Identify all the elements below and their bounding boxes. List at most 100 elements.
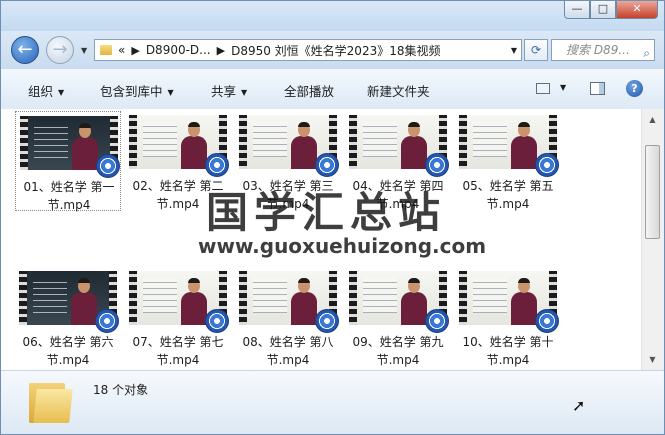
scroll-down-icon[interactable]: ▼ [644, 351, 661, 368]
video-thumbnail [20, 116, 120, 178]
scrollbar-thumb[interactable] [645, 145, 660, 239]
media-player-icon [425, 309, 449, 333]
help-icon[interactable]: ? [626, 80, 643, 97]
film-strip [349, 271, 357, 325]
file-name: 07、姓名学 第七 节.mp4 [125, 333, 231, 369]
chevron-down-icon: ▼ [241, 88, 248, 97]
breadcrumb-separator-icon[interactable]: ▶ [217, 44, 225, 57]
file-item[interactable]: 05、姓名学 第五 节.mp4 [455, 111, 561, 211]
breadcrumb-overflow[interactable]: « [118, 43, 125, 57]
address-bar[interactable]: « ▶ D8900-D... ▶ D8950 刘恒《姓名学2023》18集视频 … [94, 39, 522, 61]
file-name: 09、姓名学 第九 节.mp4 [345, 333, 451, 369]
search-input[interactable]: 搜索 D89... ⌕ [551, 39, 655, 61]
film-strip [239, 115, 247, 169]
file-name: 05、姓名学 第五 节.mp4 [455, 177, 561, 213]
film-strip [129, 271, 137, 325]
file-item[interactable]: 10、姓名学 第十 节.mp4 [455, 267, 561, 367]
file-item[interactable]: 09、姓名学 第九 节.mp4 [345, 267, 451, 367]
video-thumbnail [19, 271, 119, 333]
file-name-line: 01、姓名学 第一 [23, 180, 115, 194]
film-strip [129, 115, 137, 169]
video-thumbnail [459, 115, 559, 177]
film-strip [459, 271, 467, 325]
organize-menu[interactable]: 组织 ▼ [28, 81, 64, 100]
file-name-line: 节.mp4 [156, 353, 200, 367]
search-placeholder: 搜索 D89... [566, 43, 630, 57]
file-name: 01、姓名学 第一 节.mp4 [16, 178, 122, 214]
video-thumbnail [459, 271, 559, 333]
title-bar: — □ ✕ [1, 1, 664, 31]
file-name-line: 节.mp4 [47, 198, 91, 212]
file-name-line: 节.mp4 [486, 197, 530, 211]
media-player-icon [535, 153, 559, 177]
media-player-icon [205, 153, 229, 177]
film-strip [349, 115, 357, 169]
file-name-line: 09、姓名学 第九 [352, 335, 444, 349]
breadcrumb-item[interactable]: D8950 刘恒《姓名学2023》18集视频 [231, 42, 440, 59]
media-player-icon [96, 154, 120, 178]
film-strip [459, 115, 467, 169]
new-folder-button[interactable]: 新建文件夹 [367, 81, 430, 100]
mouse-cursor-icon: ➚ [572, 396, 586, 415]
file-item[interactable]: 01、姓名学 第一 节.mp4 [15, 111, 122, 214]
caption-buttons: — □ ✕ [564, 1, 658, 19]
film-strip [19, 271, 27, 325]
video-thumbnail [349, 271, 449, 333]
chevron-down-icon: ▼ [58, 88, 65, 97]
explorer-window: — □ ✕ ← → ▼ « ▶ D8900-D... ▶ D8950 刘恒《姓名… [0, 0, 665, 435]
include-in-library-menu[interactable]: 包含到库中 ▼ [100, 81, 174, 100]
film-strip [239, 271, 247, 325]
play-all-button[interactable]: 全部播放 [284, 81, 334, 100]
file-name-line: 08、姓名学 第八 [242, 335, 334, 349]
close-button[interactable]: ✕ [616, 1, 658, 19]
video-thumbnail [349, 115, 449, 177]
address-dropdown-icon[interactable]: ▼ [511, 46, 517, 55]
watermark-title: 国学汇总站 [206, 188, 447, 237]
media-player-icon [95, 309, 119, 333]
chevron-down-icon[interactable]: ▼ [560, 83, 566, 92]
file-item[interactable]: 08、姓名学 第八 节.mp4 [235, 267, 341, 367]
recent-pages-dropdown[interactable]: ▼ [81, 46, 87, 55]
file-name: 06、姓名学 第六 节.mp4 [15, 333, 121, 369]
breadcrumb-item[interactable]: D8900-D... [146, 43, 211, 57]
forward-button[interactable]: → [46, 36, 74, 64]
file-name-line: 05、姓名学 第五 [462, 179, 554, 193]
scroll-up-icon[interactable]: ▲ [644, 111, 661, 128]
search-icon[interactable]: ⌕ [643, 43, 650, 60]
share-label: 共享 [211, 84, 237, 99]
include-library-label: 包含到库中 [100, 84, 163, 99]
file-item[interactable]: 07、姓名学 第七 节.mp4 [125, 267, 231, 367]
file-name-line: 节.mp4 [46, 353, 90, 367]
view-options-icon[interactable] [536, 83, 550, 94]
media-player-icon [425, 153, 449, 177]
file-item[interactable]: 06、姓名学 第六 节.mp4 [15, 267, 121, 367]
breadcrumb-separator-icon[interactable]: ▶ [131, 44, 139, 57]
file-name: 10、姓名学 第十 节.mp4 [455, 333, 561, 369]
folder-icon [29, 379, 73, 423]
command-bar: 组织 ▼ 包含到库中 ▼ 共享 ▼ 全部播放 新建文件夹 ▼ ? [1, 69, 664, 110]
preview-pane-icon[interactable] [590, 82, 605, 95]
media-player-icon [205, 309, 229, 333]
details-pane: 18 个对象 ➚ [1, 370, 664, 434]
maximize-button[interactable]: □ [590, 1, 616, 19]
refresh-button[interactable]: ⟳ [524, 39, 548, 61]
media-player-icon [315, 309, 339, 333]
arrow-left-icon: ← [17, 39, 33, 60]
file-name-line: 节.mp4 [486, 353, 530, 367]
file-name-line: 06、姓名学 第六 [22, 335, 114, 349]
share-menu[interactable]: 共享 ▼ [211, 81, 247, 100]
refresh-icon: ⟳ [530, 43, 542, 57]
file-name: 08、姓名学 第八 节.mp4 [235, 333, 341, 369]
minimize-button[interactable]: — [564, 1, 590, 19]
item-count: 18 个对象 [93, 383, 149, 397]
video-thumbnail [129, 271, 229, 333]
file-name-line: 节.mp4 [266, 353, 310, 367]
folder-icon [100, 45, 112, 55]
watermark-url: www.guoxuehuizong.com [198, 234, 487, 258]
video-thumbnail [239, 115, 339, 177]
arrow-right-icon: → [52, 39, 68, 60]
video-thumbnail [129, 115, 229, 177]
vertical-scrollbar[interactable]: ▲ ▼ [641, 109, 664, 370]
chevron-down-icon: ▼ [167, 88, 174, 97]
back-button[interactable]: ← [11, 36, 39, 64]
